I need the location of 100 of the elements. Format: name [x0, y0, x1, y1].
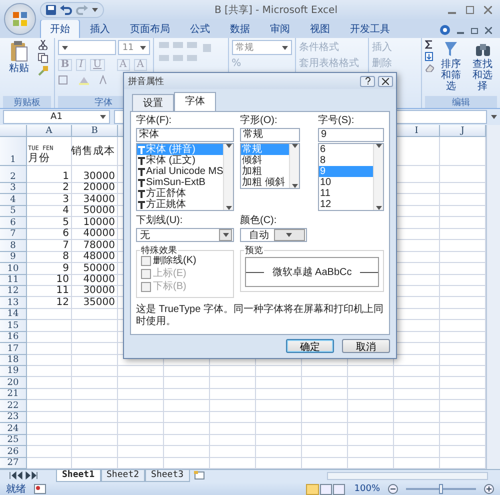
list-item[interactable]: 11: [319, 188, 373, 199]
row-header[interactable]: 17: [0, 343, 27, 355]
restore-icon[interactable]: [471, 26, 478, 34]
list-item[interactable]: 12: [319, 199, 373, 210]
list-item[interactable]: 8: [319, 155, 373, 166]
row-header[interactable]: 13: [0, 297, 27, 309]
list-item[interactable]: 倾斜: [241, 155, 290, 166]
ribbon-tab[interactable]: 数据: [220, 19, 260, 38]
column-header[interactable]: I: [394, 125, 440, 137]
number-format-field[interactable]: 常规: [232, 40, 292, 55]
row-header[interactable]: 10: [0, 263, 27, 274]
row-header[interactable]: 20: [0, 377, 27, 389]
input-field[interactable]: 9: [318, 128, 384, 142]
row-header[interactable]: 11: [0, 274, 27, 286]
fill-icon[interactable]: [424, 52, 433, 61]
view-mode-icons-drawing[interactable]: [306, 484, 346, 495]
column-header[interactable]: J: [440, 125, 486, 137]
input-field[interactable]: 常规: [240, 128, 300, 142]
close-button[interactable]: [378, 76, 393, 86]
close-icon[interactable]: [484, 6, 492, 14]
scrollbar[interactable]: [373, 144, 383, 210]
row-header[interactable]: 9: [0, 252, 27, 264]
row-header[interactable]: 24: [0, 423, 27, 435]
row-header[interactable]: 5: [0, 206, 27, 218]
row-header[interactable]: 16: [0, 332, 27, 344]
eraser-icon[interactable]: [424, 64, 434, 72]
underline-dropdown[interactable]: 无: [136, 228, 234, 242]
name-box[interactable]: A1: [3, 110, 110, 124]
undo-icon[interactable]: [60, 5, 72, 15]
row-header[interactable]: 1: [0, 137, 27, 166]
row-header[interactable]: 7: [0, 228, 27, 240]
maximize-icon[interactable]: [466, 6, 474, 14]
row-header[interactable]: 3: [0, 183, 27, 194]
ribbon-tab[interactable]: 开发工具: [340, 19, 400, 38]
scissors-icon[interactable]: [38, 40, 48, 50]
sort-filter-button[interactable]: 排序和筛选: [436, 40, 466, 96]
paste-button[interactable]: 粘贴: [3, 40, 35, 96]
help-button[interactable]: [360, 76, 375, 86]
close-icon[interactable]: [485, 26, 492, 34]
scrollbar[interactable]: [223, 144, 233, 210]
row-header[interactable]: 19: [0, 366, 27, 378]
font-size-field[interactable]: 11: [118, 40, 150, 55]
row-header[interactable]: 27: [0, 458, 27, 469]
row-header[interactable]: 26: [0, 446, 27, 458]
row-header[interactable]: 22: [0, 400, 27, 412]
horizontal-scrollbar[interactable]: [326, 472, 488, 480]
row-header[interactable]: 8: [0, 240, 27, 252]
row-header[interactable]: 15: [0, 320, 27, 332]
dialog-tab[interactable]: 设置: [132, 94, 174, 111]
ribbon-tab[interactable]: 审阅: [260, 19, 300, 38]
ribbon-tab[interactable]: 公式: [180, 19, 220, 38]
row-header[interactable]: 14: [0, 308, 27, 320]
sheet-tab[interactable]: Sheet2: [100, 470, 146, 482]
list-item[interactable]: 加粗 倾斜: [241, 177, 290, 188]
zoom-slider-thumb[interactable]: [439, 484, 443, 494]
row-header[interactable]: 2: [0, 166, 27, 183]
list-item[interactable]: 10: [319, 177, 373, 188]
ok-button[interactable]: 确定: [286, 339, 334, 353]
scrollbar[interactable]: [289, 144, 300, 188]
find-select-button[interactable]: 查找和选择: [468, 40, 497, 96]
ribbon-tab[interactable]: 插入: [80, 19, 120, 38]
zoom-out-icon[interactable]: [388, 484, 398, 494]
row-header[interactable]: 12: [0, 286, 27, 298]
save-icon[interactable]: [46, 5, 56, 15]
dialog-tab[interactable]: 字体: [174, 92, 216, 111]
row-header[interactable]: 4: [0, 194, 27, 206]
row-header[interactable]: 6: [0, 217, 27, 229]
column-header[interactable]: B: [72, 125, 118, 137]
ribbon-tab[interactable]: 页面布局: [120, 19, 180, 38]
list-item[interactable]: 宋体 (正文): [137, 155, 223, 166]
row-header[interactable]: 21: [0, 388, 27, 400]
sum-icon[interactable]: [424, 40, 433, 49]
color-dropdown[interactable]: 自动: [240, 228, 307, 242]
column-header[interactable]: A: [27, 125, 72, 137]
sheet-tab[interactable]: Sheet3: [145, 470, 190, 482]
zoom-level[interactable]: 100%: [354, 484, 380, 494]
vertical-scrollbar[interactable]: [486, 125, 500, 469]
cancel-button[interactable]: 取消: [342, 339, 390, 353]
row-header[interactable]: 18: [0, 354, 27, 366]
brush-icon[interactable]: [38, 66, 48, 76]
list-item[interactable]: 方正姚体: [137, 199, 223, 210]
office-button[interactable]: [4, 3, 36, 35]
list-item[interactable]: 6: [319, 144, 373, 155]
table-cell: [27, 423, 72, 435]
help-icon[interactable]: [440, 25, 450, 35]
list-item[interactable]: 加粗: [241, 166, 290, 177]
zoom-in-icon[interactable]: [484, 484, 494, 494]
sheet-tab[interactable]: Sheet1: [56, 470, 101, 482]
list-item[interactable]: 方正舒体: [137, 188, 223, 199]
font-name-field[interactable]: [58, 40, 116, 55]
row-header[interactable]: 23: [0, 412, 27, 424]
macro-record-icon[interactable]: [34, 484, 46, 494]
input-field[interactable]: 宋体: [136, 128, 234, 142]
list-item[interactable]: Arial Unicode MS: [137, 166, 223, 177]
list-item[interactable]: SimSun-ExtB: [137, 177, 223, 188]
new-sheet-icon[interactable]: [192, 470, 207, 481]
copy-icon[interactable]: [38, 53, 48, 63]
row-header[interactable]: 25: [0, 434, 27, 446]
ribbon-tab[interactable]: 开始: [40, 19, 80, 38]
ribbon-tab[interactable]: 视图: [300, 19, 340, 38]
